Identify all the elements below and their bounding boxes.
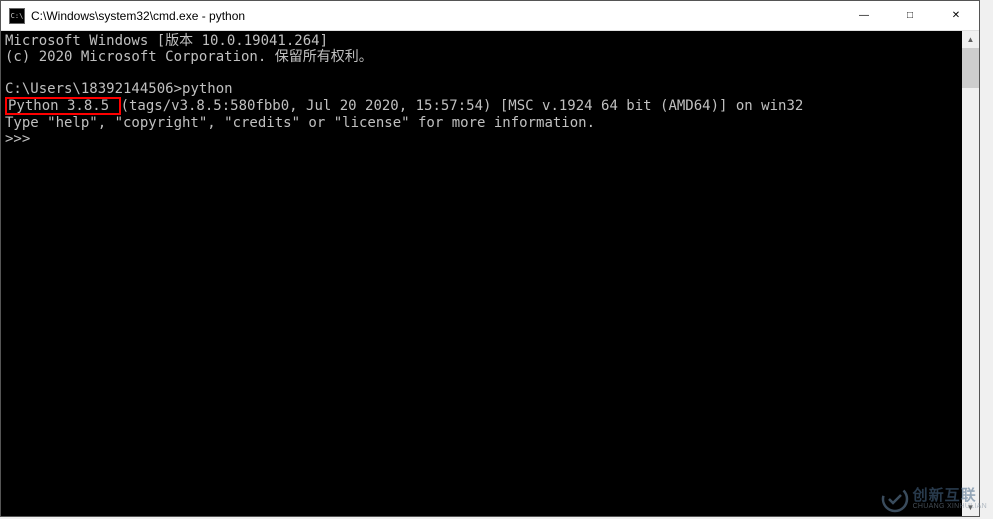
watermark-logo-icon bbox=[881, 485, 909, 513]
window-controls: — □ ✕ bbox=[841, 1, 979, 30]
typed-command: python bbox=[182, 81, 233, 97]
output-line: Type "help", "copyright", "credits" or "… bbox=[5, 115, 595, 131]
cmd-icon: C:\ bbox=[9, 8, 25, 24]
prompt-path: C:\Users\18392144506> bbox=[5, 81, 182, 97]
scroll-up-arrow[interactable]: ▲ bbox=[962, 31, 979, 48]
output-line: (c) 2020 Microsoft Corporation. 保留所有权利。 bbox=[5, 49, 373, 65]
minimize-button[interactable]: — bbox=[841, 1, 887, 30]
watermark: 创新互联 CHUANG XINHULIAN bbox=[881, 485, 987, 513]
terminal-output[interactable]: Microsoft Windows [版本 10.0.19041.264] (c… bbox=[1, 31, 962, 516]
titlebar[interactable]: C:\ C:\Windows\system32\cmd.exe - python… bbox=[1, 1, 979, 31]
maximize-button[interactable]: □ bbox=[887, 1, 933, 30]
watermark-text: 创新互联 CHUANG XINHULIAN bbox=[913, 488, 987, 510]
watermark-main: 创新互联 bbox=[913, 488, 987, 503]
python-version-highlight: Python 3.8.5 bbox=[5, 97, 121, 115]
python-prompt: >>> bbox=[5, 131, 39, 147]
terminal-area: Microsoft Windows [版本 10.0.19041.264] (c… bbox=[1, 31, 979, 516]
output-line: (tags/v3.8.5:580fbb0, Jul 20 2020, 15:57… bbox=[121, 98, 804, 114]
output-line: Microsoft Windows [版本 10.0.19041.264] bbox=[5, 33, 328, 49]
close-button[interactable]: ✕ bbox=[933, 1, 979, 30]
cmd-window: C:\ C:\Windows\system32\cmd.exe - python… bbox=[0, 0, 980, 517]
window-title: C:\Windows\system32\cmd.exe - python bbox=[31, 9, 841, 23]
scroll-thumb[interactable] bbox=[962, 48, 979, 88]
vertical-scrollbar[interactable]: ▲ ▼ bbox=[962, 31, 979, 516]
watermark-sub: CHUANG XINHULIAN bbox=[913, 503, 987, 510]
